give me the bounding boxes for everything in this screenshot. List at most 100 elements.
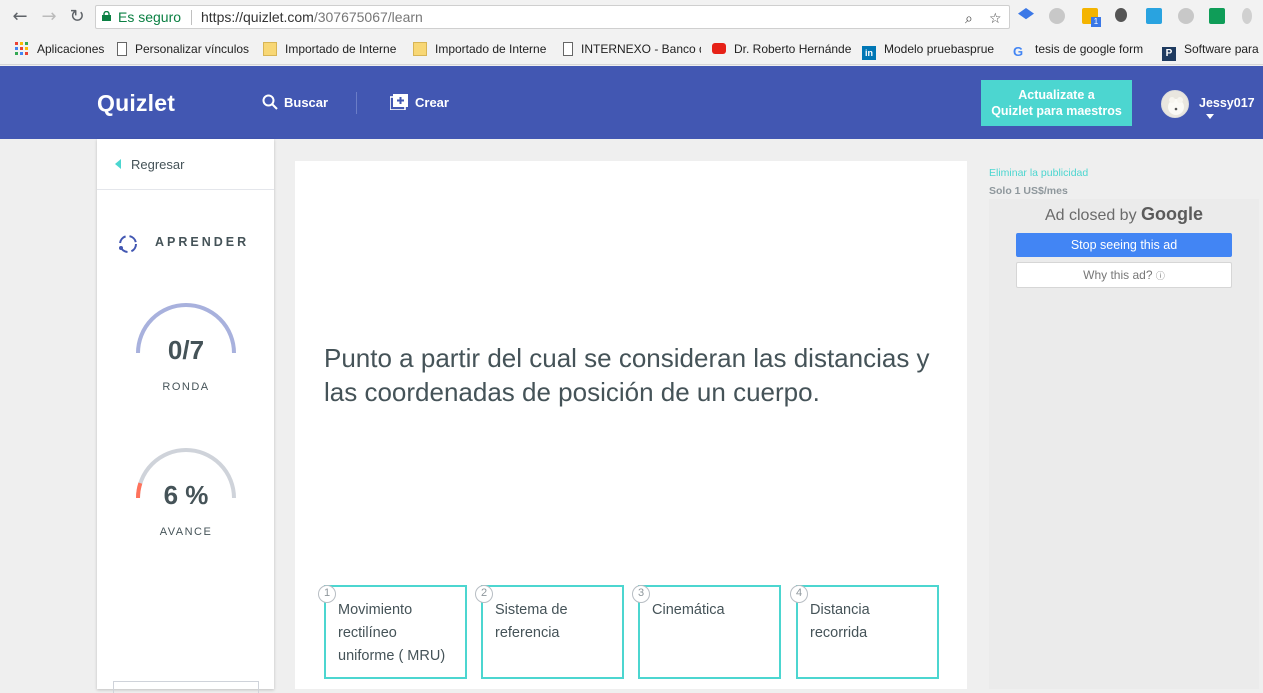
sidebar-bottom-button[interactable] [113, 681, 259, 693]
username-menu[interactable]: Jessy017 [1199, 96, 1263, 124]
stop-seeing-ad-button[interactable]: Stop seeing this ad [1016, 233, 1232, 257]
url-text[interactable]: https://quizlet.com/307675067/learn [201, 6, 423, 28]
bookmark-label: Software para [1184, 42, 1259, 56]
info-icon: ⓘ [1155, 271, 1165, 281]
bookmark-label: INTERNEXO - Banco d [581, 42, 701, 56]
username: Jessy017 [1199, 96, 1255, 110]
option-number: 2 [475, 585, 493, 603]
bookmark-label: tesis de google form [1035, 42, 1144, 56]
extension-cap-icon[interactable] [1018, 8, 1034, 20]
forward-arrow-icon[interactable]: → [39, 7, 59, 27]
secure-label: Es seguro [118, 9, 182, 25]
progress-value: 6 % [163, 480, 209, 510]
site-header: Quizlet Buscar Crear Actualizate a Quizl… [0, 66, 1263, 139]
learn-mode-icon [119, 235, 137, 253]
round-label: RONDA [162, 381, 210, 393]
create-label: Crear [415, 95, 449, 110]
bookmark-label: Importado de Interne [435, 42, 547, 56]
back-button[interactable]: Regresar [115, 157, 184, 172]
sidebar-divider [97, 189, 274, 190]
bookmark-item[interactable]: Gtesis de google form [1013, 35, 1149, 65]
avatar[interactable] [1161, 90, 1189, 118]
extension-misc-icon[interactable] [1242, 8, 1252, 24]
bookmarks-bar: Aplicaciones Personalizar vínculos Impor… [0, 35, 1263, 65]
answer-option-3[interactable]: 3 Cinemática [632, 585, 781, 679]
answer-option-1[interactable]: 1 Movimiento rectilíneo uniforme ( MRU) [318, 585, 467, 679]
round-value: 0/7 [167, 335, 205, 365]
zoom-icon[interactable]: ⌕ [965, 8, 973, 30]
question-card: Punto a partir del cual se consideran la… [295, 161, 967, 689]
bookmark-item[interactable]: P Software para [1162, 35, 1263, 65]
url-host: https://quizlet.com [201, 9, 314, 25]
polar-bear-avatar-icon [1168, 97, 1184, 115]
question-text: Punto a partir del cual se consideran la… [324, 343, 930, 407]
bookmark-label: Aplicaciones [37, 42, 105, 56]
option-text: Movimiento rectilíneo uniforme ( MRU) [338, 602, 446, 664]
bookmark-label: Modelo pruebasprue [884, 42, 995, 56]
ad-container: Ad closed by Google Stop seeing this ad … [989, 199, 1259, 689]
search-button[interactable]: Buscar [262, 94, 328, 110]
quizlet-logo[interactable]: Quizlet [97, 90, 175, 117]
answer-option-4[interactable]: 4 Distancia recorrida [790, 585, 939, 679]
p-app-icon: P [1162, 47, 1176, 61]
learn-sidebar: Regresar APRENDER 0/7 RONDA 6 % AVANCE [97, 139, 274, 693]
option-text: Distancia recorrida [810, 602, 870, 641]
search-icon [262, 94, 278, 110]
bookmark-label: Importado de Interne [285, 42, 397, 56]
apps-grid-icon [15, 42, 28, 55]
omnibox-divider [191, 10, 192, 25]
linkedin-icon: in [862, 46, 876, 60]
bookmark-item[interactable]: INTERNEXO - Banco d [563, 35, 701, 65]
search-label: Buscar [284, 95, 329, 110]
progress-label: AVANCE [159, 526, 213, 538]
why-this-ad-button[interactable]: Why this ad? ⓘ [1016, 262, 1232, 288]
option-text: Cinemática [652, 602, 725, 618]
extension-classroom-icon[interactable] [1209, 8, 1225, 24]
folder-icon [413, 42, 427, 56]
create-button[interactable]: Crear [389, 94, 449, 111]
back-triangle-icon [115, 159, 121, 169]
extension-badge: 1 [1091, 17, 1101, 27]
option-number: 3 [632, 585, 650, 603]
youtube-icon [712, 43, 726, 54]
bookmark-item[interactable]: Importado de Interne [263, 35, 401, 65]
ad-price-note: Solo 1 US$/mes [989, 185, 1068, 197]
google-icon: G [1013, 44, 1024, 59]
address-bar[interactable]: Es seguro https://quizlet.com/307675067/… [95, 5, 1010, 29]
upgrade-line1: Actualizate a [1018, 88, 1095, 102]
google-wordmark: Google [1141, 204, 1204, 224]
answer-option-2[interactable]: 2 Sistema de referencia [475, 585, 624, 679]
remove-ads-link[interactable]: Eliminar la publicidad [989, 167, 1088, 179]
bookmark-label: Personalizar vínculos [135, 42, 250, 56]
reload-icon[interactable]: ↻ [67, 7, 87, 27]
extension-bulb-icon[interactable] [1115, 8, 1127, 22]
option-number: 1 [318, 585, 336, 603]
upgrade-line2: Quizlet para maestros [991, 104, 1122, 118]
why-this-ad-label: Why this ad? [1083, 268, 1153, 282]
bookmark-item[interactable]: in Modelo pruebasprue [862, 35, 1002, 65]
page-icon [117, 42, 127, 56]
extension-chart-icon[interactable] [1178, 8, 1194, 24]
bookmark-item[interactable]: Personalizar vínculos [117, 35, 255, 65]
option-text: Sistema de referencia [495, 602, 568, 641]
lock-icon [102, 11, 111, 21]
browser-toolbar: ← → ↻ Es seguro https://quizlet.com/3076… [0, 0, 1263, 35]
extension-window-icon[interactable] [1146, 8, 1162, 24]
option-number: 4 [790, 585, 808, 603]
round-gauge: 0/7 RONDA [125, 297, 255, 417]
bookmark-item[interactable]: Importado de Interne [413, 35, 551, 65]
ad-closed-text: Ad closed by Google [989, 204, 1259, 225]
folder-icon [263, 42, 277, 56]
upgrade-teacher-button[interactable]: Actualizate a Quizlet para maestros [981, 80, 1132, 126]
ad-closed-by: Ad closed by [1044, 207, 1137, 224]
bookmark-item[interactable]: Aplicaciones [15, 35, 110, 65]
back-label: Regresar [131, 157, 185, 172]
bookmark-item[interactable]: Dr. Roberto Hernánde [712, 35, 852, 65]
extension-puzzle-icon[interactable] [1049, 8, 1065, 24]
bookmark-star-icon[interactable]: ☆ [989, 8, 1002, 30]
header-divider [356, 92, 357, 114]
progress-gauge: 6 % AVANCE [125, 442, 255, 562]
extension-slides-icon[interactable]: 1 [1082, 8, 1101, 27]
back-arrow-icon[interactable]: ← [10, 7, 30, 27]
chevron-down-icon [1206, 114, 1214, 119]
